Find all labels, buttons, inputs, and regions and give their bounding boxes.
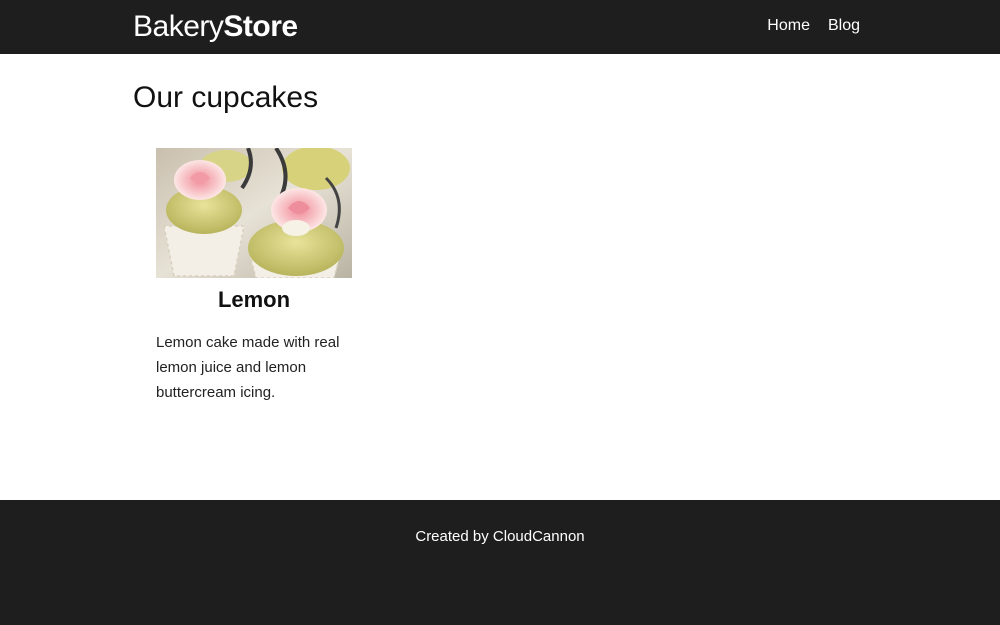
brand-name-bold: Store [223,10,298,43]
site-footer: Created by CloudCannon [0,500,1000,625]
product-title[interactable]: Lemon [156,286,352,314]
brand-name-light: Bakery [133,10,224,43]
page-title: Our cupcakes [133,81,319,114]
footer-credit: Created by CloudCannon [415,528,585,545]
nav-link-blog[interactable]: Blog [828,16,860,36]
product-description: Lemon cake made with real lemon juice an… [156,334,340,401]
nav-link-home[interactable]: Home [767,16,810,36]
main-nav: Home Blog [767,16,860,36]
brand-logo-link[interactable]: BakeryStore [133,9,298,45]
site-header: BakeryStore Home Blog [0,0,1000,54]
product-image [156,148,352,278]
product-image-link[interactable] [156,148,352,278]
product-card: Lemon Lemon cake made with real lemon ju… [156,148,352,405]
